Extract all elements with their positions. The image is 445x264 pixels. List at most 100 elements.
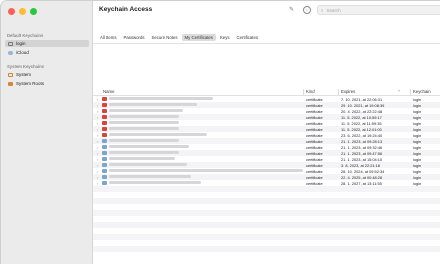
minimize-button[interactable] [19,8,26,15]
cell-kind: certificate [306,144,323,150]
certificate-icon [102,120,107,125]
sidebar-item-icloud[interactable]: iCloud [5,49,89,56]
cell-keychain: login [413,126,422,132]
cell-expires: 21. 1. 2023, at 09:47:56 [341,150,383,156]
cell-keychain: login [413,156,422,162]
redacted-name [109,120,179,124]
disclosure-chevron-icon[interactable]: › [97,157,98,162]
tab-all-items[interactable]: All Items [97,34,119,41]
close-button[interactable] [8,8,15,15]
cell-keychain: login [413,138,422,144]
sidebar-item-system-roots[interactable]: System Roots [5,80,89,87]
tab-certificates[interactable]: Certificates [234,34,262,41]
sidebar-item-label: System Roots [16,81,45,86]
disclosure-chevron-icon[interactable]: › [97,181,98,186]
certificate-icon [102,108,107,113]
redacted-name [109,114,179,118]
cell-kind: certificate [306,132,323,138]
tab-keys[interactable]: Keys [217,34,233,41]
cell-kind: certificate [306,150,323,156]
cell-expires: 21. 1. 2023, at 09:28:13 [341,138,383,144]
column-header-expires[interactable]: Expires [341,89,355,94]
redacted-name [109,150,179,154]
disclosure-chevron-icon[interactable]: › [97,139,98,144]
certificate-icon [102,162,107,167]
cell-expires: 22. 4. 2025, at 00:48:28 [341,174,383,180]
certificate-icon [102,132,107,137]
cell-keychain: login [413,174,422,180]
column-separator[interactable] [303,89,304,95]
cell-expires: 11. 5. 2022, at 12:01:00 [341,126,382,132]
column-header-name[interactable]: Name [103,89,114,94]
cell-keychain: login [413,108,422,114]
certificate-table: › certificate 7. 10. 2021, at 22:06:31 logi… [93,96,440,252]
cell-keychain: login [413,120,422,126]
redacted-name [109,144,189,148]
redacted-name [109,108,183,112]
column-separator[interactable] [410,89,411,95]
cell-keychain: login [413,168,422,174]
cell-kind: certificate [306,180,323,186]
disclosure-chevron-icon[interactable]: › [97,115,98,120]
disclosure-chevron-icon[interactable]: › [97,109,98,114]
certificate-icon [102,138,107,143]
certificate-icon [102,96,107,101]
redacted-name [109,96,213,100]
certificate-icon [102,150,107,155]
disclosure-chevron-icon[interactable]: › [97,151,98,156]
cell-expires: 3. 8. 2023, at 22:21:18 [341,162,380,168]
cell-keychain: login [413,150,422,156]
disclosure-chevron-icon[interactable]: › [97,169,98,174]
sidebar-item-system[interactable]: System [5,71,89,78]
disclosure-chevron-icon[interactable]: › [97,121,98,126]
search-field[interactable]: ⌕ Search [317,5,440,15]
cell-expires: 29. 10. 2021, at 19:08:39 [341,102,385,108]
cell-keychain: login [413,144,422,150]
redacted-name [109,156,175,160]
tab-secure-notes[interactable]: Secure Notes [149,34,181,41]
toolbar-divider [93,43,440,44]
disclosure-chevron-icon[interactable]: › [97,145,98,150]
lock-icon [8,41,13,46]
tab-my-certificates[interactable]: My Certificates [181,34,216,41]
column-header-keychain[interactable]: Keychain [413,89,431,94]
disclosure-chevron-icon[interactable]: › [97,97,98,102]
main-pane: Keychain Access ✎ i ⌕ Search All Items P… [93,1,440,264]
certificate-icon [102,102,107,107]
cell-expires: 23. 6. 2022, at 19:24:40 [341,132,383,138]
cell-keychain: login [413,96,422,102]
cell-kind: certificate [306,108,323,114]
disclosure-chevron-icon[interactable]: › [97,163,98,168]
lock-icon [8,72,13,77]
window-controls [8,8,37,15]
redacted-name [109,138,179,142]
certificate-icon [102,168,107,173]
compose-icon[interactable]: ✎ [289,6,294,13]
disclosure-chevron-icon[interactable]: › [97,103,98,108]
sidebar: Default Keychains login iCloud System Ke… [1,1,93,264]
info-icon[interactable]: i [303,6,311,14]
column-header-kind[interactable]: Kind [306,89,315,94]
sidebar-item-login[interactable]: login [5,40,89,47]
category-tabs: All Items Passwords Secure Notes My Cert… [97,34,261,41]
cell-kind: certificate [306,156,323,162]
disclosure-chevron-icon[interactable]: › [97,175,98,180]
redacted-name [109,180,201,184]
column-separator[interactable] [338,89,339,95]
disclosure-chevron-icon[interactable]: › [97,133,98,138]
cell-keychain: login [413,132,422,138]
cabinet-icon [8,81,13,86]
zoom-button[interactable] [30,8,37,15]
disclosure-chevron-icon[interactable]: › [97,127,98,132]
cell-kind: certificate [306,174,323,180]
redacted-name [109,162,187,166]
cell-keychain: login [413,162,422,168]
cell-expires: 28. 10. 2024, at 09:52:34 [341,168,385,174]
cell-kind: certificate [306,162,323,168]
cell-expires: 20. 4. 2022, at 22:22:48 [341,108,383,114]
cell-kind: certificate [306,168,323,174]
empty-row [93,246,440,252]
tab-passwords[interactable]: Passwords [120,34,147,41]
certificate-icon [102,180,107,185]
cell-kind: certificate [306,114,323,120]
